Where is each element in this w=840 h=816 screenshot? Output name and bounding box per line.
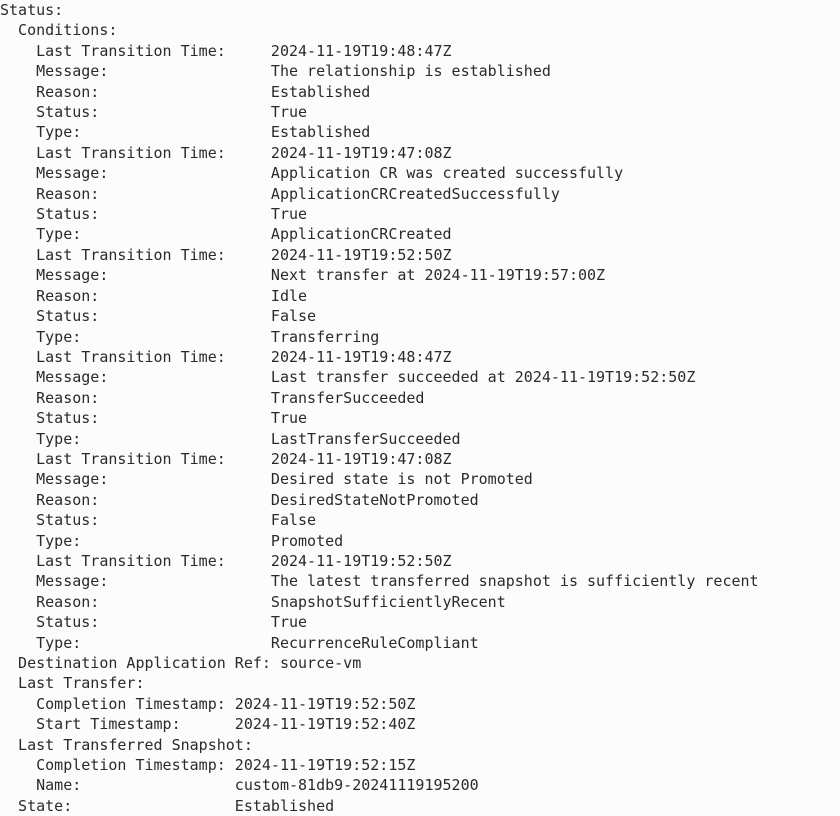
cond-2-ltt: Last Transition Time: 2024-11-19T19:52:5… [0,245,840,265]
cond-4-status: Status: False [0,510,840,530]
dest-app-ref: Destination Application Ref: source-vm [0,653,840,673]
cond-5-reason: Reason: SnapshotSufficientlyRecent [0,592,840,612]
cond-0-message: Message: The relationship is established [0,61,840,81]
last-transfer-header: Last Transfer: [0,673,840,693]
cond-5-message: Message: The latest transferred snapshot… [0,571,840,591]
cond-5-status: Status: True [0,612,840,632]
lt-completion: Completion Timestamp: 2024-11-19T19:52:5… [0,694,840,714]
cond-4-message: Message: Desired state is not Promoted [0,469,840,489]
cond-0-ltt: Last Transition Time: 2024-11-19T19:48:4… [0,41,840,61]
cond-2-status: Status: False [0,306,840,326]
cond-1-type: Type: ApplicationCRCreated [0,224,840,244]
cond-0-status: Status: True [0,102,840,122]
cond-2-reason: Reason: Idle [0,286,840,306]
cond-1-ltt: Last Transition Time: 2024-11-19T19:47:0… [0,143,840,163]
cond-0-reason: Reason: Established [0,82,840,102]
cond-2-type: Type: Transferring [0,327,840,347]
lt-start: Start Timestamp: 2024-11-19T19:52:40Z [0,714,840,734]
cond-4-reason: Reason: DesiredStateNotPromoted [0,490,840,510]
cond-5-ltt: Last Transition Time: 2024-11-19T19:52:5… [0,551,840,571]
cond-3-type: Type: LastTransferSucceeded [0,429,840,449]
cond-4-ltt: Last Transition Time: 2024-11-19T19:47:0… [0,449,840,469]
cond-0-type: Type: Established [0,122,840,142]
cond-2-message: Message: Next transfer at 2024-11-19T19:… [0,265,840,285]
cond-1-message: Message: Application CR was created succ… [0,163,840,183]
cond-3-status: Status: True [0,408,840,428]
snap-name: Name: custom-81db9-20241119195200 [0,775,840,795]
cond-3-ltt: Last Transition Time: 2024-11-19T19:48:4… [0,347,840,367]
cond-1-status: Status: True [0,204,840,224]
status-header: Status: [0,0,840,20]
last-snapshot-header: Last Transferred Snapshot: [0,735,840,755]
terminal-output: Status: Conditions: Last Transition Time… [0,0,840,816]
cond-3-reason: Reason: TransferSucceeded [0,388,840,408]
snap-completion: Completion Timestamp: 2024-11-19T19:52:1… [0,755,840,775]
conditions-header: Conditions: [0,20,840,40]
cond-3-message: Message: Last transfer succeeded at 2024… [0,367,840,387]
cond-4-type: Type: Promoted [0,531,840,551]
cond-1-reason: Reason: ApplicationCRCreatedSuccessfully [0,184,840,204]
state: State: Established [0,796,840,816]
cond-5-type: Type: RecurrenceRuleCompliant [0,633,840,653]
